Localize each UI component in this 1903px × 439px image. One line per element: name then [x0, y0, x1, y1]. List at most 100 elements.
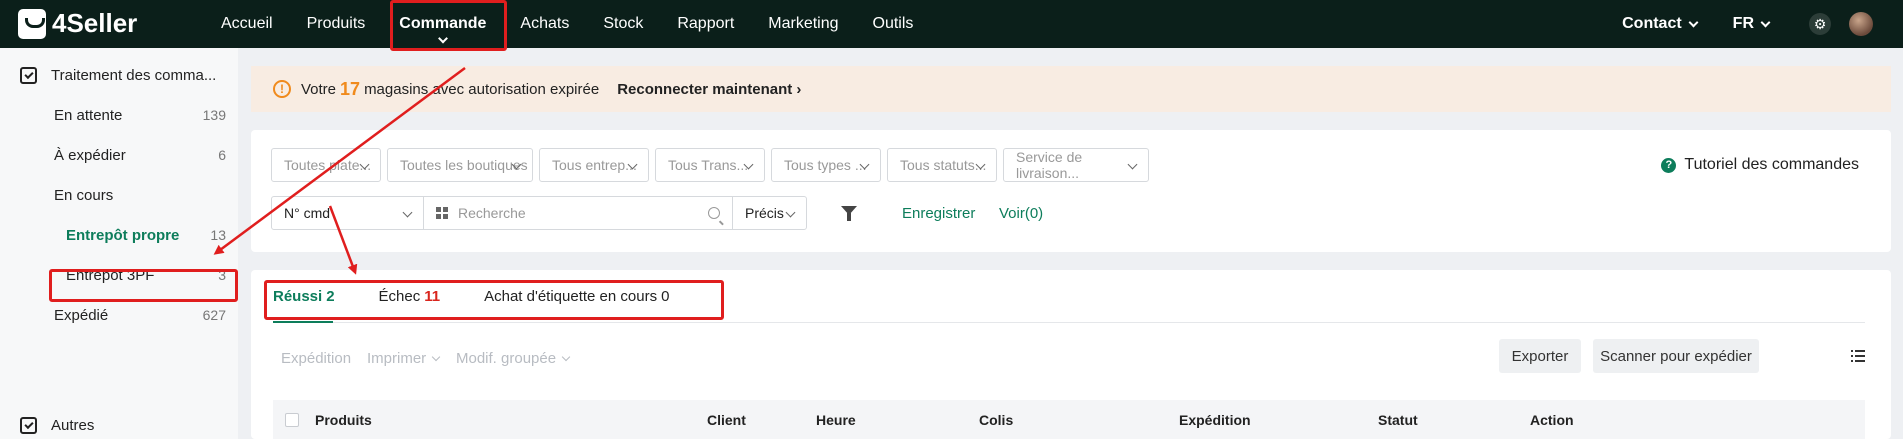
funnel-icon[interactable]	[841, 206, 857, 221]
select-all-checkbox[interactable]	[285, 413, 299, 427]
sidebar-item-count: 627	[202, 307, 226, 323]
warehouse-select[interactable]: Tous entrep...	[539, 148, 649, 182]
tab-count: 11	[424, 288, 441, 305]
select-value: Tous types ...	[784, 157, 867, 173]
brand-name: 4Seller	[52, 8, 138, 38]
bulk-edit-menu[interactable]: Modif. groupée	[456, 350, 571, 367]
save-filter-link[interactable]: Enregistrer	[902, 205, 975, 222]
search-input[interactable]: Recherche	[423, 196, 733, 230]
platform-select[interactable]: Toutes plate...	[271, 148, 381, 182]
tab-label: Échec	[378, 288, 421, 305]
sidebar-item-label: En attente	[54, 107, 123, 124]
banner-suffix: magasins avec autorisation expirée	[364, 80, 600, 98]
nav-label: Marketing	[768, 15, 839, 32]
tab-label: Achat d'étiquette en cours	[484, 288, 658, 305]
nav-label: Commande	[399, 15, 487, 32]
search-placeholder: Recherche	[458, 205, 526, 221]
chevron-down-icon	[437, 33, 448, 44]
main-nav: Accueil Produits Commande Achats Stock R…	[204, 0, 930, 48]
column-header-statut: Statut	[1378, 412, 1418, 428]
sidebar-item-en-attente[interactable]: En attente 139	[54, 107, 226, 124]
nav-item-achats[interactable]: Achats	[503, 0, 586, 48]
search-field-select[interactable]: N° cmd	[271, 196, 424, 230]
sidebar-item-label: En cours	[54, 187, 114, 204]
chevron-down-icon	[1760, 17, 1771, 27]
chevron-down-icon	[431, 352, 441, 361]
nav-label: Achats	[520, 15, 570, 32]
button-label: Exporter	[1511, 347, 1569, 365]
nav-item-commande[interactable]: Commande	[382, 0, 503, 48]
clipboard-check-icon	[20, 417, 37, 434]
contact-label: Contact	[1622, 15, 1682, 32]
delivery-service-select[interactable]: Service de livraison...	[1003, 148, 1149, 182]
match-mode-select[interactable]: Précis	[732, 196, 807, 230]
store-select[interactable]: Toutes les boutiques	[387, 148, 533, 182]
banner-prefix: Votre	[301, 80, 337, 98]
column-header-colis: Colis	[979, 412, 1014, 428]
nav-item-rapport[interactable]: Rapport	[660, 0, 751, 48]
nav-label: Stock	[603, 15, 644, 32]
order-tutorial-link[interactable]: ? Tutoriel des commandes	[1661, 156, 1859, 174]
nav-item-marketing[interactable]: Marketing	[751, 0, 855, 48]
grid-icon[interactable]	[436, 207, 448, 219]
chevron-down-icon	[785, 207, 796, 218]
banner-count: 17	[340, 78, 361, 99]
select-value: Tous Trans...	[668, 157, 749, 173]
nav-item-outils[interactable]: Outils	[856, 0, 931, 48]
nav-item-stock[interactable]: Stock	[586, 0, 660, 48]
tab-reussi[interactable]: Réussi 2	[273, 288, 335, 318]
sidebar-item-a-expedier[interactable]: À expédier 6	[54, 147, 226, 164]
select-value: Tous statuts...	[900, 157, 987, 173]
type-select[interactable]: Tous types ...	[771, 148, 881, 182]
column-settings-icon[interactable]	[1851, 350, 1865, 362]
help-icon: ?	[1661, 157, 1677, 173]
nav-label: Produits	[306, 15, 366, 32]
status-tabs: Réussi 2 Échec 11 Achat d'étiquette en cou…	[273, 288, 713, 318]
language-label: FR	[1732, 15, 1754, 32]
view-saved-link[interactable]: Voir(0)	[999, 205, 1043, 222]
tab-achat-etiquette[interactable]: Achat d'étiquette en cours 0	[484, 288, 669, 318]
sidebar-item-expedie[interactable]: Expédié 627	[54, 307, 226, 324]
nav-item-accueil[interactable]: Accueil	[204, 0, 290, 48]
sidebar-item-label: Entrepôt propre	[66, 227, 180, 244]
tab-count: 2	[326, 288, 335, 305]
sidebar-item-entrepot-propre[interactable]: Entrepôt propre 13	[66, 227, 226, 244]
tab-echec[interactable]: Échec 11	[379, 288, 441, 318]
reconnect-link[interactable]: Reconnecter maintenant ›	[617, 81, 801, 98]
select-value: Précis	[745, 205, 784, 221]
carrier-select[interactable]: Tous Trans...	[655, 148, 765, 182]
sidebar-group-label: Autres	[51, 417, 95, 434]
language-menu[interactable]: FR	[1732, 15, 1771, 33]
button-label: Scanner pour expédier	[1600, 347, 1752, 365]
export-button[interactable]: Exporter	[1499, 339, 1581, 373]
orders-panel: Réussi 2 Échec 11 Achat d'étiquette en cou…	[251, 270, 1891, 439]
sidebar-group-order-processing[interactable]: Traitement des comma...	[20, 67, 216, 84]
sidebar-item-count: 139	[202, 107, 226, 123]
sidebar-item-count: 6	[218, 147, 226, 163]
filter-panel: Toutes plate... Toutes les boutiques Tou…	[251, 130, 1891, 252]
scan-to-ship-button[interactable]: Scanner pour expédier	[1593, 339, 1759, 373]
select-value: Tous entrep...	[552, 157, 637, 173]
tab-label: Réussi	[273, 288, 323, 305]
sidebar-item-entrepot-3pf[interactable]: Entrepôt 3PF 3	[66, 267, 226, 284]
avatar[interactable]	[1849, 12, 1873, 36]
sidebar-group-autres[interactable]: Autres	[20, 417, 94, 434]
clipboard-check-icon	[20, 67, 37, 84]
chevron-down-icon	[402, 207, 413, 218]
status-select[interactable]: Tous statuts...	[887, 148, 997, 182]
nav-item-produits[interactable]: Produits	[290, 0, 383, 48]
print-menu[interactable]: Imprimer	[367, 350, 441, 367]
chevron-down-icon	[1688, 17, 1699, 27]
gear-icon[interactable]: ⚙	[1809, 13, 1831, 35]
search-icon[interactable]	[708, 207, 720, 219]
tutorial-label: Tutoriel des commandes	[1684, 156, 1859, 173]
sidebar-item-label: Expédié	[54, 307, 109, 324]
contact-menu[interactable]: Contact	[1622, 15, 1699, 33]
shopping-bag-icon	[18, 8, 46, 39]
brand-logo[interactable]: 4Seller	[18, 8, 137, 39]
shipping-button[interactable]: Expédition	[281, 350, 351, 367]
column-header-produits: Produits	[315, 412, 372, 428]
reconnect-label: Reconnecter maintenant	[617, 80, 793, 98]
column-header-client: Client	[707, 412, 746, 428]
sidebar-item-en-cours[interactable]: En cours	[54, 187, 226, 204]
